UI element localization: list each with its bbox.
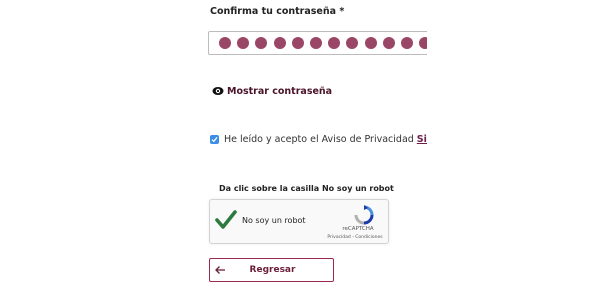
recaptcha-logo-icon: [354, 205, 374, 225]
privacy-checkbox[interactable]: [210, 135, 219, 144]
recaptcha-terms-links[interactable]: Privacidad - Condiciones: [322, 235, 388, 240]
recaptcha-widget: No soy un robot reCAPTCHA Privacidad - C…: [209, 199, 389, 244]
check-icon: [211, 136, 218, 143]
confirm-password-input[interactable]: [208, 31, 438, 55]
password-dot: [364, 37, 377, 49]
privacy-text: He leído y acepto el Aviso de Privacidad: [224, 134, 414, 145]
show-password-toggle[interactable]: Mostrar contraseña: [212, 85, 332, 97]
password-dot: [219, 37, 231, 49]
password-dot: [255, 37, 268, 49]
password-dot: [291, 37, 304, 49]
password-dot: [309, 37, 322, 49]
captcha-check-icon[interactable]: [215, 209, 237, 231]
registration-form: Confirma tu contraseña * Mostrar contras…: [0, 0, 600, 300]
password-dot: [273, 37, 286, 49]
eye-icon: [212, 87, 224, 95]
back-button[interactable]: Regresar: [209, 258, 334, 282]
privacy-consent: He leído y acepto el Aviso de Privacidad…: [210, 134, 447, 145]
password-dot: [328, 37, 341, 49]
captcha-label: No soy un robot: [242, 216, 306, 225]
password-dot: [400, 37, 413, 49]
back-button-label: Regresar: [249, 265, 296, 275]
password-dot: [346, 37, 359, 49]
show-password-label: Mostrar contraseña: [227, 85, 333, 97]
recaptcha-brand: reCAPTCHA: [342, 226, 374, 232]
confirm-password-label: Confirma tu contraseña *: [210, 6, 345, 17]
password-dot: [382, 37, 395, 49]
password-mask: [219, 37, 437, 54]
captcha-instruction: Da clic sobre la casilla No soy un robot: [219, 184, 394, 193]
viewport-edge: [427, 0, 600, 300]
password-dot: [237, 37, 250, 49]
